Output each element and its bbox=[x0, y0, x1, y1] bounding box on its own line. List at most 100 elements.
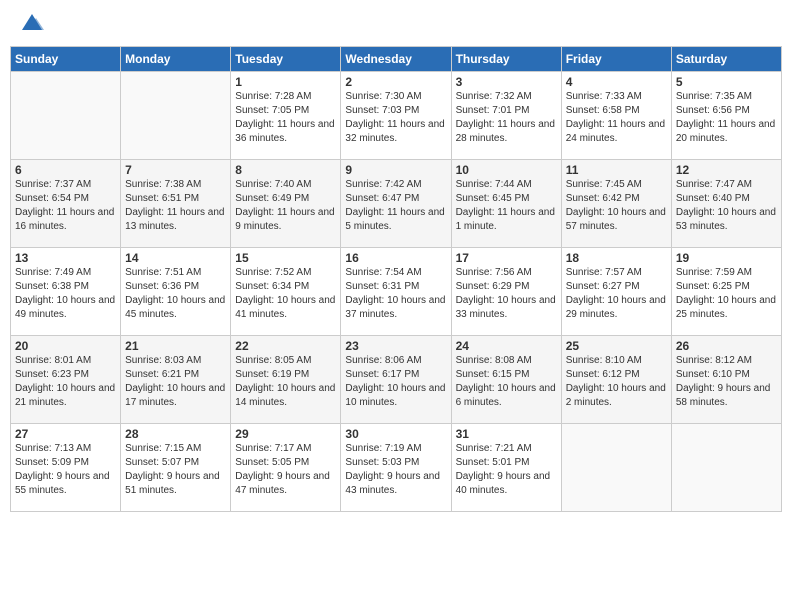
day-detail: Sunrise: 7:15 AM Sunset: 5:07 PM Dayligh… bbox=[125, 442, 226, 498]
calendar-cell: 22Sunrise: 8:05 AM Sunset: 6:19 PM Dayli… bbox=[231, 336, 341, 424]
logo-icon bbox=[18, 10, 46, 38]
calendar-cell: 31Sunrise: 7:21 AM Sunset: 5:01 PM Dayli… bbox=[451, 424, 561, 512]
day-number: 10 bbox=[456, 163, 557, 177]
day-number: 3 bbox=[456, 75, 557, 89]
day-detail: Sunrise: 8:12 AM Sunset: 6:10 PM Dayligh… bbox=[676, 354, 777, 410]
day-detail: Sunrise: 7:33 AM Sunset: 6:58 PM Dayligh… bbox=[566, 90, 667, 146]
calendar-header bbox=[10, 10, 782, 38]
day-number: 19 bbox=[676, 251, 777, 265]
day-detail: Sunrise: 8:01 AM Sunset: 6:23 PM Dayligh… bbox=[15, 354, 116, 410]
day-number: 1 bbox=[235, 75, 336, 89]
day-number: 22 bbox=[235, 339, 336, 353]
day-number: 8 bbox=[235, 163, 336, 177]
calendar-cell: 2Sunrise: 7:30 AM Sunset: 7:03 PM Daylig… bbox=[341, 72, 451, 160]
day-detail: Sunrise: 8:08 AM Sunset: 6:15 PM Dayligh… bbox=[456, 354, 557, 410]
day-detail: Sunrise: 7:35 AM Sunset: 6:56 PM Dayligh… bbox=[676, 90, 777, 146]
day-header-sunday: Sunday bbox=[11, 47, 121, 72]
day-detail: Sunrise: 7:59 AM Sunset: 6:25 PM Dayligh… bbox=[676, 266, 777, 322]
day-detail: Sunrise: 7:28 AM Sunset: 7:05 PM Dayligh… bbox=[235, 90, 336, 146]
calendar-cell: 18Sunrise: 7:57 AM Sunset: 6:27 PM Dayli… bbox=[561, 248, 671, 336]
day-header-friday: Friday bbox=[561, 47, 671, 72]
calendar-cell: 7Sunrise: 7:38 AM Sunset: 6:51 PM Daylig… bbox=[121, 160, 231, 248]
day-number: 29 bbox=[235, 427, 336, 441]
logo bbox=[14, 10, 46, 38]
day-number: 30 bbox=[345, 427, 446, 441]
day-detail: Sunrise: 7:47 AM Sunset: 6:40 PM Dayligh… bbox=[676, 178, 777, 234]
day-detail: Sunrise: 7:44 AM Sunset: 6:45 PM Dayligh… bbox=[456, 178, 557, 234]
day-detail: Sunrise: 7:37 AM Sunset: 6:54 PM Dayligh… bbox=[15, 178, 116, 234]
calendar-cell: 17Sunrise: 7:56 AM Sunset: 6:29 PM Dayli… bbox=[451, 248, 561, 336]
day-number: 9 bbox=[345, 163, 446, 177]
calendar-cell: 19Sunrise: 7:59 AM Sunset: 6:25 PM Dayli… bbox=[671, 248, 781, 336]
day-number: 15 bbox=[235, 251, 336, 265]
day-number: 16 bbox=[345, 251, 446, 265]
day-number: 24 bbox=[456, 339, 557, 353]
calendar-cell: 16Sunrise: 7:54 AM Sunset: 6:31 PM Dayli… bbox=[341, 248, 451, 336]
calendar-table: SundayMondayTuesdayWednesdayThursdayFrid… bbox=[10, 46, 782, 512]
calendar-cell: 26Sunrise: 8:12 AM Sunset: 6:10 PM Dayli… bbox=[671, 336, 781, 424]
calendar-cell: 10Sunrise: 7:44 AM Sunset: 6:45 PM Dayli… bbox=[451, 160, 561, 248]
calendar-cell: 11Sunrise: 7:45 AM Sunset: 6:42 PM Dayli… bbox=[561, 160, 671, 248]
day-detail: Sunrise: 7:40 AM Sunset: 6:49 PM Dayligh… bbox=[235, 178, 336, 234]
day-number: 21 bbox=[125, 339, 226, 353]
day-number: 27 bbox=[15, 427, 116, 441]
day-detail: Sunrise: 7:19 AM Sunset: 5:03 PM Dayligh… bbox=[345, 442, 446, 498]
calendar-cell: 15Sunrise: 7:52 AM Sunset: 6:34 PM Dayli… bbox=[231, 248, 341, 336]
calendar-week-row: 6Sunrise: 7:37 AM Sunset: 6:54 PM Daylig… bbox=[11, 160, 782, 248]
day-number: 7 bbox=[125, 163, 226, 177]
day-header-monday: Monday bbox=[121, 47, 231, 72]
calendar-cell: 28Sunrise: 7:15 AM Sunset: 5:07 PM Dayli… bbox=[121, 424, 231, 512]
day-detail: Sunrise: 7:49 AM Sunset: 6:38 PM Dayligh… bbox=[15, 266, 116, 322]
day-header-tuesday: Tuesday bbox=[231, 47, 341, 72]
day-number: 2 bbox=[345, 75, 446, 89]
calendar-cell: 6Sunrise: 7:37 AM Sunset: 6:54 PM Daylig… bbox=[11, 160, 121, 248]
calendar-cell: 1Sunrise: 7:28 AM Sunset: 7:05 PM Daylig… bbox=[231, 72, 341, 160]
calendar-cell bbox=[11, 72, 121, 160]
day-detail: Sunrise: 7:17 AM Sunset: 5:05 PM Dayligh… bbox=[235, 442, 336, 498]
day-detail: Sunrise: 7:21 AM Sunset: 5:01 PM Dayligh… bbox=[456, 442, 557, 498]
day-detail: Sunrise: 7:57 AM Sunset: 6:27 PM Dayligh… bbox=[566, 266, 667, 322]
calendar-cell: 13Sunrise: 7:49 AM Sunset: 6:38 PM Dayli… bbox=[11, 248, 121, 336]
calendar-cell: 8Sunrise: 7:40 AM Sunset: 6:49 PM Daylig… bbox=[231, 160, 341, 248]
day-number: 25 bbox=[566, 339, 667, 353]
calendar-cell: 25Sunrise: 8:10 AM Sunset: 6:12 PM Dayli… bbox=[561, 336, 671, 424]
calendar-week-row: 20Sunrise: 8:01 AM Sunset: 6:23 PM Dayli… bbox=[11, 336, 782, 424]
day-detail: Sunrise: 8:03 AM Sunset: 6:21 PM Dayligh… bbox=[125, 354, 226, 410]
day-number: 11 bbox=[566, 163, 667, 177]
day-number: 23 bbox=[345, 339, 446, 353]
day-number: 31 bbox=[456, 427, 557, 441]
day-number: 14 bbox=[125, 251, 226, 265]
day-number: 17 bbox=[456, 251, 557, 265]
calendar-week-row: 1Sunrise: 7:28 AM Sunset: 7:05 PM Daylig… bbox=[11, 72, 782, 160]
calendar-cell: 9Sunrise: 7:42 AM Sunset: 6:47 PM Daylig… bbox=[341, 160, 451, 248]
day-number: 28 bbox=[125, 427, 226, 441]
day-detail: Sunrise: 7:13 AM Sunset: 5:09 PM Dayligh… bbox=[15, 442, 116, 498]
day-detail: Sunrise: 7:42 AM Sunset: 6:47 PM Dayligh… bbox=[345, 178, 446, 234]
day-header-saturday: Saturday bbox=[671, 47, 781, 72]
day-detail: Sunrise: 7:38 AM Sunset: 6:51 PM Dayligh… bbox=[125, 178, 226, 234]
calendar-cell: 29Sunrise: 7:17 AM Sunset: 5:05 PM Dayli… bbox=[231, 424, 341, 512]
day-number: 5 bbox=[676, 75, 777, 89]
calendar-week-row: 27Sunrise: 7:13 AM Sunset: 5:09 PM Dayli… bbox=[11, 424, 782, 512]
day-number: 26 bbox=[676, 339, 777, 353]
day-detail: Sunrise: 7:56 AM Sunset: 6:29 PM Dayligh… bbox=[456, 266, 557, 322]
calendar-week-row: 13Sunrise: 7:49 AM Sunset: 6:38 PM Dayli… bbox=[11, 248, 782, 336]
day-header-wednesday: Wednesday bbox=[341, 47, 451, 72]
day-header-thursday: Thursday bbox=[451, 47, 561, 72]
day-number: 18 bbox=[566, 251, 667, 265]
calendar-cell: 3Sunrise: 7:32 AM Sunset: 7:01 PM Daylig… bbox=[451, 72, 561, 160]
calendar-cell: 4Sunrise: 7:33 AM Sunset: 6:58 PM Daylig… bbox=[561, 72, 671, 160]
day-detail: Sunrise: 7:52 AM Sunset: 6:34 PM Dayligh… bbox=[235, 266, 336, 322]
day-number: 12 bbox=[676, 163, 777, 177]
calendar-cell: 27Sunrise: 7:13 AM Sunset: 5:09 PM Dayli… bbox=[11, 424, 121, 512]
day-number: 20 bbox=[15, 339, 116, 353]
calendar-cell: 20Sunrise: 8:01 AM Sunset: 6:23 PM Dayli… bbox=[11, 336, 121, 424]
day-detail: Sunrise: 8:05 AM Sunset: 6:19 PM Dayligh… bbox=[235, 354, 336, 410]
day-detail: Sunrise: 7:30 AM Sunset: 7:03 PM Dayligh… bbox=[345, 90, 446, 146]
day-detail: Sunrise: 7:45 AM Sunset: 6:42 PM Dayligh… bbox=[566, 178, 667, 234]
day-detail: Sunrise: 7:51 AM Sunset: 6:36 PM Dayligh… bbox=[125, 266, 226, 322]
day-number: 13 bbox=[15, 251, 116, 265]
calendar-cell: 12Sunrise: 7:47 AM Sunset: 6:40 PM Dayli… bbox=[671, 160, 781, 248]
calendar-cell: 5Sunrise: 7:35 AM Sunset: 6:56 PM Daylig… bbox=[671, 72, 781, 160]
calendar-cell: 24Sunrise: 8:08 AM Sunset: 6:15 PM Dayli… bbox=[451, 336, 561, 424]
